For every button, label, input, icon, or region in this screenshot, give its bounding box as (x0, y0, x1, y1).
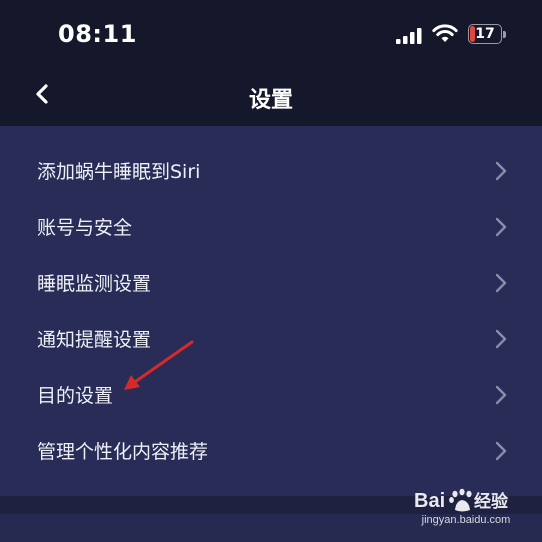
next-section-bg (0, 514, 542, 542)
page-title: 设置 (248, 88, 293, 113)
chevron-right-icon (495, 441, 507, 461)
settings-item-label: 通知提醒设置 (37, 329, 152, 351)
wifi-icon (432, 24, 458, 42)
status-bar: 08:11 17 (0, 0, 542, 70)
navigation-bar: 设置 (0, 70, 542, 126)
signal-icon (396, 28, 422, 44)
settings-screen: 08:11 17 设置 添加蜗牛睡眠到Siri 账号与安全 睡眠监测设置 通知提… (0, 0, 542, 542)
settings-item-label: 目的设置 (37, 385, 114, 407)
settings-item-label: 管理个性化内容推荐 (37, 441, 209, 463)
bottom-separator (0, 496, 542, 542)
header-area: 08:11 17 设置 (0, 0, 542, 126)
chevron-right-icon (495, 273, 507, 293)
settings-item-notification-reminder[interactable]: 通知提醒设置 (0, 311, 542, 367)
battery-level: 17 (475, 26, 495, 42)
chevron-right-icon (495, 329, 507, 349)
settings-item-label: 账号与安全 (37, 217, 133, 239)
settings-item-label: 添加蜗牛睡眠到Siri (37, 161, 201, 183)
chevron-right-icon (495, 385, 507, 405)
settings-item-label: 睡眠监测设置 (37, 273, 152, 295)
battery-tip (503, 31, 506, 38)
chevron-right-icon (495, 217, 507, 237)
chevron-right-icon (495, 161, 507, 181)
settings-item-account-security[interactable]: 账号与安全 (0, 199, 542, 255)
settings-item-sleep-monitoring[interactable]: 睡眠监测设置 (0, 255, 542, 311)
settings-item-siri[interactable]: 添加蜗牛睡眠到Siri (0, 143, 542, 199)
battery-icon: 17 (468, 24, 508, 46)
settings-item-purpose[interactable]: 目的设置 (0, 367, 542, 423)
settings-list: 添加蜗牛睡眠到Siri 账号与安全 睡眠监测设置 通知提醒设置 目的设置 管理个… (0, 126, 542, 496)
status-time: 08:11 (58, 20, 137, 48)
settings-item-personalized-content[interactable]: 管理个性化内容推荐 (0, 423, 542, 479)
